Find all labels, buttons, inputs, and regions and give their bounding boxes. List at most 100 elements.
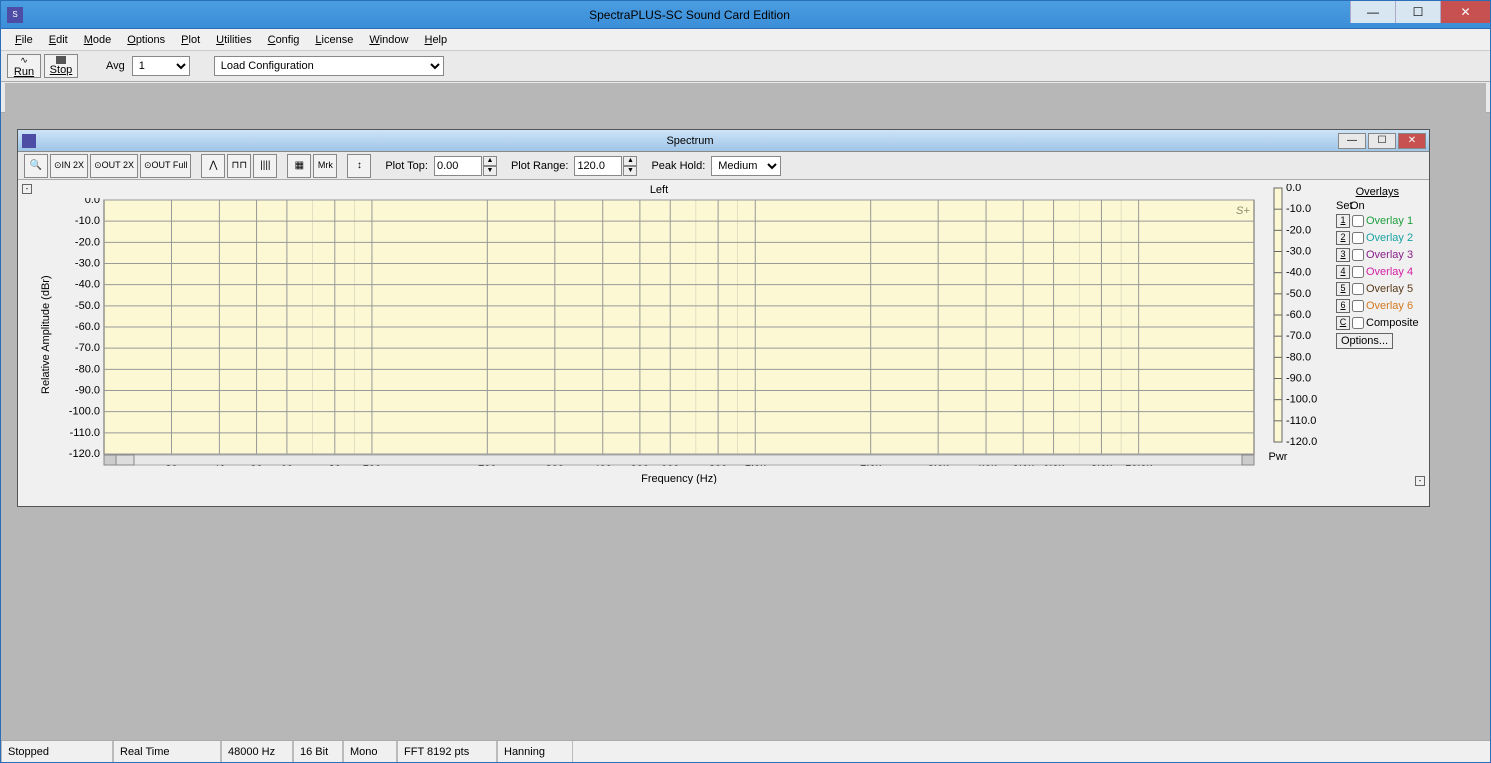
expand-tl[interactable]: - [22,184,32,194]
menu-help[interactable]: Help [416,34,455,46]
svg-text:-20.0: -20.0 [75,236,100,248]
overlay-on-2[interactable] [1352,232,1364,244]
svg-text:-100.0: -100.0 [69,406,100,418]
overlay-on-C[interactable] [1352,317,1364,329]
mrk-button[interactable]: Mrk [313,154,337,178]
overlay-label-2: Overlay 2 [1366,232,1413,244]
overlay-set-1[interactable]: 1 [1336,214,1350,228]
spectrum-maximize[interactable]: ☐ [1368,133,1396,149]
svg-text:-30.0: -30.0 [75,258,100,270]
overlay-label-5: Overlay 5 [1366,283,1413,295]
overlay-row-2: 2 Overlay 2 [1336,229,1419,246]
avg-label: Avg [102,60,129,72]
cursor-button[interactable]: ↕ [347,154,371,178]
overlay-label-3: Overlay 3 [1366,249,1413,261]
stop-button[interactable]: Stop [44,54,78,78]
svg-text:-100.0: -100.0 [1286,394,1317,406]
menu-config[interactable]: Config [260,34,308,46]
svg-text:-10.0: -10.0 [1286,203,1311,215]
overlay-set-5[interactable]: 5 [1336,282,1350,296]
overlay-row-1: 1 Overlay 1 [1336,212,1419,229]
plotrange-up[interactable]: ▲ [623,156,637,166]
overlay-set-4[interactable]: 4 [1336,265,1350,279]
titlebar: S SpectraPLUS-SC Sound Card Edition — ☐ … [1,1,1490,29]
overlay-set-6[interactable]: 6 [1336,299,1350,313]
overlay-on-4[interactable] [1352,266,1364,278]
config-select[interactable]: Load Configuration [214,56,444,76]
spectrum-window: Spectrum — ☐ ✕ 🔍 ⊙IN 2X ⊙OUT 2X ⊙OUT Ful… [17,129,1430,507]
y-axis-label: Relative Amplitude (dBr) [38,184,54,486]
svg-text:-30.0: -30.0 [1286,246,1311,258]
overlays-panel: Overlays SetOn 1 Overlay 12 Overlay 23 O… [1334,184,1423,486]
overlay-on-1[interactable] [1352,215,1364,227]
svg-text:-80.0: -80.0 [1286,351,1311,363]
overlay-on-5[interactable] [1352,283,1364,295]
expand-br[interactable]: - [1415,476,1425,486]
zoomfull-button[interactable]: ⊙OUT Full [140,154,191,178]
overlay-row-3: 3 Overlay 3 [1336,246,1419,263]
status-cell-1: Real Time [113,741,221,762]
overlay-options-button[interactable]: Options... [1336,333,1393,349]
spectrum-minimize[interactable]: — [1338,133,1366,149]
svg-text:-60.0: -60.0 [75,321,100,333]
spectrum-close[interactable]: ✕ [1398,133,1426,149]
svg-text:-40.0: -40.0 [1286,267,1311,279]
plottop-label: Plot Top: [381,160,432,172]
plottop-down[interactable]: ▼ [483,166,497,176]
app-icon: S [7,7,23,23]
plotrange-input[interactable] [574,156,622,176]
zoom-button[interactable]: 🔍 [24,154,48,178]
zoomin-button[interactable]: ⊙IN 2X [50,154,88,178]
menu-plot[interactable]: Plot [173,34,208,46]
overlay-set-2[interactable]: 2 [1336,231,1350,245]
avg-select[interactable]: 1 [132,56,190,76]
plotrange-down[interactable]: ▼ [623,166,637,176]
zoomout-button[interactable]: ⊙OUT 2X [90,154,138,178]
svg-text:-70.0: -70.0 [75,342,100,354]
svg-text:-50.0: -50.0 [75,300,100,312]
peak-button[interactable]: ⋀ [201,154,225,178]
svg-text:-60.0: -60.0 [1286,309,1311,321]
svg-text:-10.0: -10.0 [75,215,100,227]
peakhold-label: Peak Hold: [647,160,709,172]
plotrange-label: Plot Range: [507,160,572,172]
overlay-set-C[interactable]: C [1336,316,1350,330]
lines-button[interactable]: |||| [253,154,277,178]
menu-license[interactable]: License [307,34,361,46]
maximize-button[interactable]: ☐ [1395,1,1440,23]
close-button[interactable]: ✕ [1440,1,1490,23]
menu-edit[interactable]: Edit [41,34,76,46]
app-title: SpectraPLUS-SC Sound Card Edition [29,8,1350,22]
run-button[interactable]: ∿Run [7,54,41,78]
menu-utilities[interactable]: Utilities [208,34,259,46]
menu-options[interactable]: Options [119,34,173,46]
bars-button[interactable]: ⊓⊓ [227,154,251,178]
svg-text:0.0: 0.0 [85,198,100,206]
svg-text:S+: S+ [1236,205,1250,217]
plottop-input[interactable] [434,156,482,176]
overlay-set-3[interactable]: 3 [1336,248,1350,262]
status-cell-3: 16 Bit [293,741,343,762]
svg-text:0.0: 0.0 [1286,184,1301,194]
svg-text:-120.0: -120.0 [1286,436,1317,448]
svg-text:-110.0: -110.0 [1286,415,1316,427]
overlay-label-4: Overlay 4 [1366,266,1413,278]
svg-text:-70.0: -70.0 [1286,330,1311,342]
overlay-on-3[interactable] [1352,249,1364,261]
menu-file[interactable]: File [7,34,41,46]
minimize-button[interactable]: — [1350,1,1395,23]
menu-mode[interactable]: Mode [76,34,120,46]
menu-window[interactable]: Window [361,34,416,46]
plottop-up[interactable]: ▲ [483,156,497,166]
peakhold-select[interactable]: Medium [711,156,781,176]
overlay-on-6[interactable] [1352,300,1364,312]
overlay-row-4: 4 Overlay 4 [1336,263,1419,280]
power-scale: 0.0-10.0-20.0-30.0-40.0-50.0-60.0-70.0-8… [1268,184,1334,472]
svg-text:-110.0: -110.0 [70,427,100,439]
grid-button[interactable]: ▦ [287,154,311,178]
status-cell-6: Hanning [497,741,573,762]
toolbar-main: ∿Run Stop Avg 1 Load Configuration [1,51,1490,82]
spectrum-title: Spectrum [42,135,1338,147]
svg-text:-40.0: -40.0 [75,279,100,291]
overlay-row-6: 6 Overlay 6 [1336,297,1419,314]
